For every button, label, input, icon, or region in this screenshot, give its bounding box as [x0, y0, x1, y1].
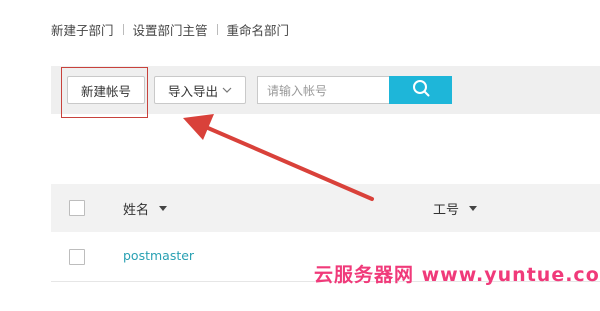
watermark-text: 云服务器网 www.yuntue.com: [314, 264, 600, 286]
